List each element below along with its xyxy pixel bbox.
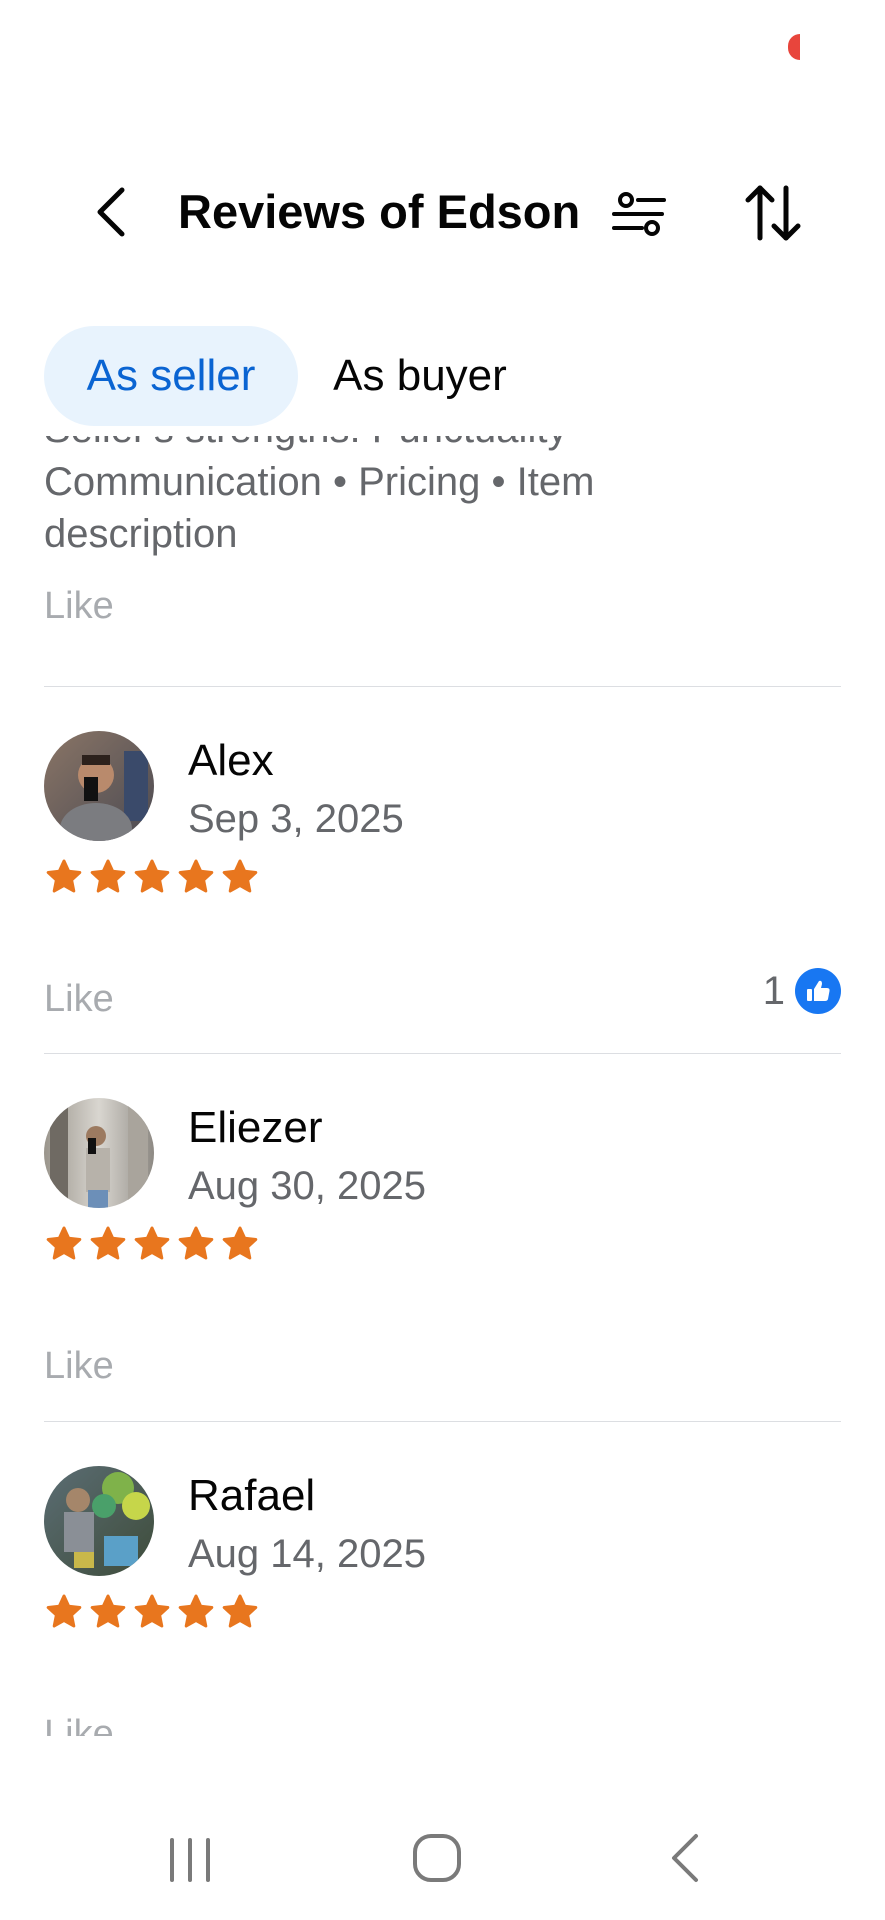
system-nav-bar [0,1800,885,1920]
tab-as-seller[interactable]: As seller [44,326,298,426]
star-icon [178,1226,214,1260]
strengths-text: Communication • Pricing • Item descripti… [44,460,595,556]
review-date: Aug 14, 2025 [188,1532,426,1576]
star-icon [90,1594,126,1628]
star-icon [178,1594,214,1628]
star-icon [178,859,214,893]
review-item: Eliezer Aug 30, 2025 Like [0,1054,885,1420]
like-button[interactable]: Like [44,1344,114,1388]
star-icon [46,859,82,893]
review-item: Alex Sep 3, 2025 Like 1 [0,687,885,1053]
chevron-left-icon [97,187,125,237]
avatar[interactable] [44,1466,154,1576]
review-date: Aug 30, 2025 [188,1164,426,1208]
review-list[interactable]: Seller's strengths: Punctuality Communic… [0,436,885,1736]
review-item: Rafael Aug 14, 2025 Like [0,1422,885,1736]
reviewer-name[interactable]: Alex [188,735,274,787]
sort-button[interactable] [742,182,804,244]
star-icon [134,1226,170,1260]
back-button[interactable] [86,184,136,240]
star-icon [46,1226,82,1260]
page-title: Reviews of Edson [178,185,581,238]
system-back-button[interactable] [660,1828,710,1888]
strengths-text-partial: Seller's strengths: Punctuality [44,436,567,456]
recent-apps-icon [170,1838,210,1882]
star-icon [90,859,126,893]
recent-apps-button[interactable] [160,1830,220,1890]
tab-as-buyer[interactable]: As buyer [310,326,530,426]
like-count[interactable]: 1 [763,967,841,1015]
home-button[interactable] [407,1828,467,1888]
like-button[interactable]: Like [44,1712,114,1736]
like-count-number: 1 [762,969,785,1013]
sliders-icon [612,192,666,236]
status-indicator-dot [788,34,800,60]
star-rating [44,1224,260,1264]
back-icon [672,1834,698,1882]
review-date: Sep 3, 2025 [188,797,404,841]
sort-arrows-icon [745,185,801,241]
like-button[interactable]: Like [44,977,114,1021]
star-icon [222,859,258,893]
star-icon [222,1226,258,1260]
star-icon [90,1226,126,1260]
filter-button[interactable] [608,186,670,242]
star-rating [44,857,260,897]
header: Reviews of Edson [0,170,885,250]
star-icon [222,1594,258,1628]
star-icon [134,859,170,893]
reviewer-name[interactable]: Rafael [188,1470,315,1522]
star-icon [134,1594,170,1628]
home-icon [413,1834,461,1882]
thumbs-up-icon [795,968,841,1014]
reviewer-name[interactable]: Eliezer [188,1102,323,1154]
like-button[interactable]: Like [44,584,114,628]
avatar[interactable] [44,1098,154,1208]
star-rating [44,1592,260,1632]
star-icon [46,1594,82,1628]
avatar[interactable] [44,731,154,841]
